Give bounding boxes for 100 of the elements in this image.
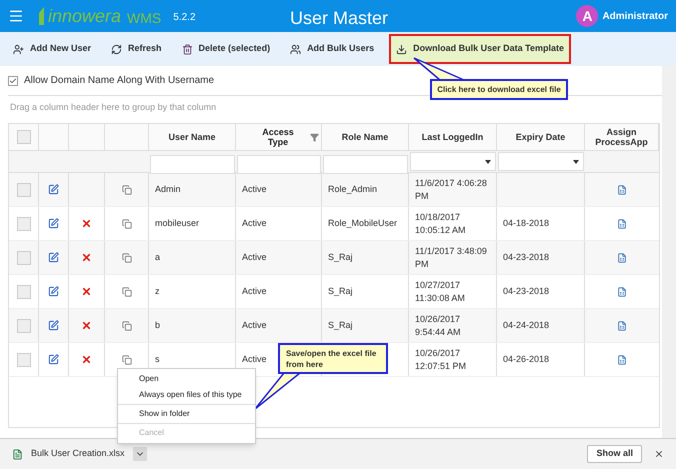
trash-icon [182, 44, 193, 54]
row-checkbox[interactable] [16, 318, 30, 332]
copy-icon[interactable] [122, 218, 132, 228]
toolbar-button[interactable]: Delete (selected) [176, 34, 276, 64]
group-hint: Drag a column header here to group by that column [10, 101, 216, 114]
column-header[interactable]: Expiry Date [516, 132, 566, 142]
logo-name: innowera [48, 7, 122, 25]
copy-icon[interactable] [122, 252, 132, 262]
version-label: 5.2.2 [173, 11, 196, 25]
toolbar-button[interactable]: Refresh [106, 34, 167, 64]
table-cell: Active [242, 285, 267, 298]
table-cell: Active [242, 217, 267, 230]
add-user-icon [13, 44, 24, 54]
edit-icon[interactable] [48, 354, 59, 365]
table-cell: z [155, 285, 160, 298]
table-cell: 04-24-2018 [503, 319, 550, 332]
delete-icon[interactable] [81, 286, 92, 297]
table-cell: 04-26-2018 [503, 353, 550, 366]
copy-icon[interactable] [122, 320, 132, 330]
column-header[interactable]: Access Type [252, 127, 304, 147]
filter-field[interactable] [150, 154, 235, 174]
edit-icon[interactable] [48, 286, 59, 297]
table-cell: Active [242, 183, 267, 196]
download-menu-button[interactable] [132, 447, 147, 461]
table-cell-text: 10/27/2017 11:30:08 AM [415, 278, 466, 304]
table-cell: b [155, 319, 160, 332]
table-cell: s [155, 353, 160, 366]
edit-icon[interactable] [48, 320, 59, 331]
assign-icon[interactable] [617, 184, 627, 194]
copy-icon[interactable] [122, 286, 132, 296]
copy-icon[interactable] [122, 184, 132, 194]
table-cell-text: 10/26/2017 9:54:44 AM [415, 312, 462, 338]
table-cell: Admin [155, 183, 181, 196]
select-all-checkbox[interactable] [16, 130, 30, 144]
table-cell: S_Raj [328, 319, 353, 332]
row-checkbox[interactable] [16, 352, 30, 366]
checkbox-label: Allow Domain Name Along With Username [24, 74, 214, 88]
filter-field[interactable] [323, 154, 408, 174]
assign-icon[interactable] [617, 354, 627, 364]
row-checkbox[interactable] [16, 284, 30, 298]
logo-product: WMS [127, 11, 162, 25]
scrollbar[interactable] [662, 66, 676, 438]
column-header[interactable]: Assign ProcessApp [587, 127, 656, 147]
column-header[interactable]: Role Name [342, 132, 388, 142]
toolbar-button[interactable]: Add New User [8, 34, 96, 64]
table-cell-text: 10/18/2017 10:05:12 AM [415, 210, 467, 236]
user-avatar[interactable]: A [576, 5, 598, 27]
menu-icon[interactable] [8, 8, 24, 24]
delete-icon[interactable] [81, 218, 92, 229]
column-header[interactable]: User Name [168, 132, 216, 142]
assign-icon[interactable] [617, 252, 627, 262]
edit-icon[interactable] [48, 218, 59, 229]
delete-icon[interactable] [81, 320, 92, 331]
table-cell: a [155, 251, 160, 264]
table-cell-text: 10/26/2017 12:07:51 PM [415, 346, 468, 372]
menu-item[interactable]: Show in folder [118, 406, 255, 422]
table-cell: Active [242, 251, 267, 264]
download-file-name[interactable]: Bulk User Creation.xlsx [31, 447, 125, 461]
close-icon[interactable] [654, 449, 664, 459]
logo-icon [38, 7, 46, 25]
users-icon [290, 44, 302, 54]
download-icon [396, 44, 408, 54]
filter-icon[interactable] [310, 132, 319, 142]
row-checkbox[interactable] [16, 182, 30, 196]
delete-icon[interactable] [81, 252, 92, 263]
edit-icon[interactable] [48, 252, 59, 263]
table-cell: Active [242, 353, 267, 366]
caret-icon [485, 160, 491, 164]
assign-icon[interactable] [617, 286, 627, 296]
toolbar-button[interactable]: Add Bulk Users [285, 34, 380, 64]
table-cell: Role_MobileUser [328, 217, 398, 230]
table-cell: S_Raj [328, 251, 353, 264]
show-all-button[interactable]: Show all [587, 445, 642, 463]
column-header[interactable]: Last LoggedIn [422, 132, 484, 142]
copy-icon[interactable] [122, 354, 132, 364]
caret-icon [573, 160, 579, 164]
filter-field[interactable] [237, 154, 321, 174]
user-name[interactable]: Administrator [602, 8, 668, 24]
assign-icon[interactable] [617, 320, 627, 330]
assign-icon[interactable] [617, 218, 627, 228]
table-cell: 04-18-2018 [503, 217, 550, 230]
row-checkbox[interactable] [16, 250, 30, 264]
table-cell: 04-23-2018 [503, 251, 550, 264]
table-cell: mobileuser [155, 217, 200, 230]
row-checkbox[interactable] [16, 216, 30, 230]
table-cell: 04-23-2018 [503, 285, 550, 298]
check-icon [9, 76, 17, 84]
table-cell-text: 11/1/2017 3:48:09 PM [415, 244, 488, 270]
table-cell: Active [242, 319, 267, 332]
refresh-icon [111, 44, 122, 54]
edit-icon[interactable] [48, 184, 59, 195]
table-cell: Role_Admin [328, 183, 378, 196]
menu-item[interactable]: Always open files of this type [118, 387, 255, 403]
page-title: User Master [290, 7, 388, 30]
toolbar-button[interactable]: Download Bulk User Data Template [389, 34, 571, 64]
menu-item[interactable]: Open [118, 371, 255, 387]
delete-icon[interactable] [81, 354, 92, 365]
checkbox[interactable] [8, 76, 18, 86]
callout-text: Click here to download excel file [437, 84, 561, 96]
table-cell: S_Raj [328, 285, 353, 298]
